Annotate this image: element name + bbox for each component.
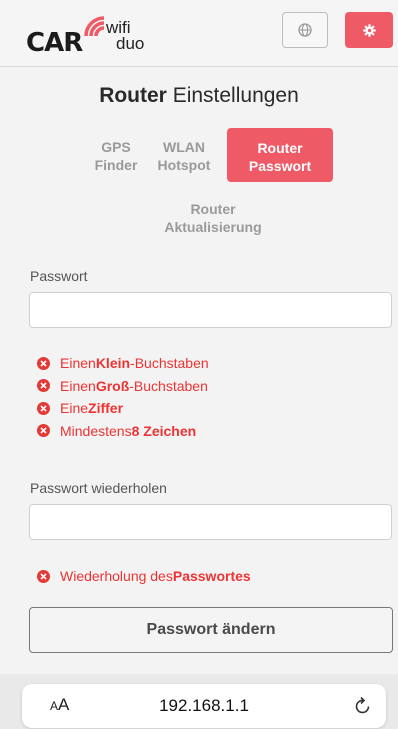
rule-uppercase: Einen Groß -Buchstaben: [37, 375, 209, 398]
rule-text-bold: Ziffer: [88, 400, 124, 417]
rule-text: Einen: [60, 377, 96, 394]
page-title: Router Einstellungen: [0, 84, 398, 108]
change-password-button[interactable]: Passwort ändern: [29, 607, 393, 653]
tab-label-line2: Hotspot: [157, 157, 211, 173]
repeat-password-label: Passwort wiederholen: [30, 480, 167, 496]
logo-brand-bottom: duo: [116, 34, 145, 53]
rule-digit: Eine Ziffer: [37, 397, 209, 420]
rule-text: Wiederholung des: [60, 568, 173, 585]
tab-label-line2: Aktualisierung: [164, 219, 262, 235]
tab-router-passwort[interactable]: Router Passwort: [227, 128, 333, 182]
rule-text-bold: Klein: [95, 355, 131, 372]
rule-text: Mindestens: [60, 422, 132, 439]
tab-label-line1: GPS: [101, 139, 131, 155]
error-icon: [37, 401, 50, 415]
rule-text-suffix: -Buchstaben: [130, 355, 209, 372]
repeat-password-input[interactable]: [29, 504, 392, 540]
browser-toolbar: AA 192.168.1.1: [0, 674, 398, 729]
repeat-rules: Wiederholung des Passwortes: [37, 565, 251, 588]
error-icon: [37, 569, 50, 583]
rule-text: Einen: [60, 355, 96, 372]
rule-text-suffix: -Buchstaben: [129, 377, 208, 394]
tab-gps-finder[interactable]: GPS Finder: [84, 138, 148, 174]
tab-label-line2: Passwort: [248, 158, 312, 174]
rule-text: Eine: [60, 400, 89, 417]
logo: CAR wifi duo: [26, 14, 166, 58]
tab-label-line2: Finder: [94, 157, 138, 173]
globe-icon: [298, 23, 312, 37]
page-title-rest: Einstellungen: [166, 84, 299, 107]
wifi-icon: [84, 16, 105, 37]
rule-text-bold: 8 Zeichen: [131, 422, 197, 439]
error-icon: [37, 424, 50, 438]
app-header: CAR wifi duo: [0, 0, 398, 67]
page-title-bold: Router: [99, 84, 167, 107]
error-icon: [37, 356, 50, 370]
tab-label-line1: WLAN: [163, 139, 205, 155]
rule-lowercase: Einen Klein -Buchstaben: [37, 352, 209, 375]
tab-label-line1: Router: [257, 140, 303, 156]
rule-min-length: Mindestens 8 Zeichen: [37, 420, 209, 443]
password-rules: Einen Klein -Buchstaben Einen Groß -Buchst…: [37, 352, 209, 442]
gear-icon: [362, 23, 376, 37]
address-bar[interactable]: AA 192.168.1.1: [22, 684, 386, 728]
password-input[interactable]: [29, 292, 392, 328]
tab-wlan-hotspot[interactable]: WLAN Hotspot: [150, 138, 218, 174]
logo-car-text: CAR: [26, 28, 83, 58]
error-icon: [37, 379, 50, 393]
tab-label-line1: Router: [190, 201, 236, 217]
language-button[interactable]: [282, 12, 328, 48]
rule-text-bold: Passwortes: [172, 568, 251, 585]
rule-passwords-match: Wiederholung des Passwortes: [37, 565, 251, 588]
rule-text-bold: Groß: [95, 377, 130, 394]
reload-icon[interactable]: [354, 695, 372, 715]
settings-button[interactable]: [345, 12, 393, 48]
password-label: Passwort: [30, 268, 88, 284]
tab-router-aktualisierung[interactable]: Router Aktualisierung: [140, 200, 286, 236]
url-text: 192.168.1.1: [159, 696, 249, 715]
